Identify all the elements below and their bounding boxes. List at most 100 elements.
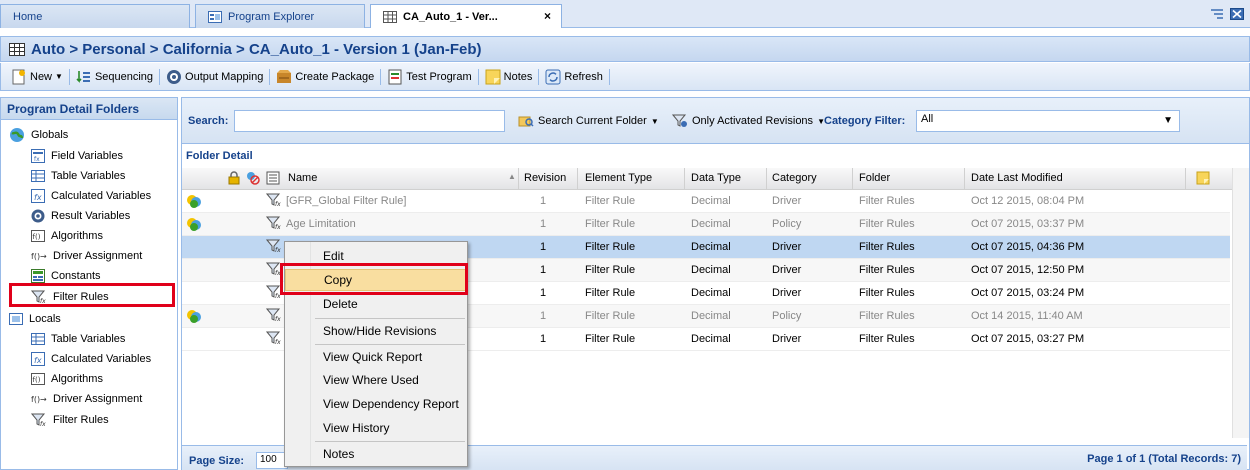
category-filter-select[interactable]: All ▼ [916, 110, 1180, 132]
refresh-button[interactable]: Refresh [541, 66, 607, 88]
row-data-type: Decimal [691, 287, 731, 299]
menu-item-view-quick-report[interactable]: View Quick Report [285, 346, 467, 368]
column-header-data-type[interactable]: Data Type [691, 172, 741, 184]
table-icon [31, 170, 45, 182]
tab-ca-auto[interactable]: CA_Auto_1 - Ver... × [370, 4, 562, 28]
sidebar-item-field-variables[interactable]: fx Field Variables [31, 146, 123, 166]
row-revision: 1 [540, 241, 547, 253]
tab-ca-auto-label: CA_Auto_1 - Ver... [403, 10, 498, 23]
table-row[interactable]: fx Age Limitation 1 Filter Rule Decimal Polic… [182, 213, 1230, 236]
column-separator [964, 168, 965, 190]
sidebar-item-label: Calculated Variables [51, 353, 152, 365]
table-icon [9, 42, 25, 56]
row-category: Driver [772, 287, 802, 299]
algorithms-icon: f() [31, 372, 45, 386]
search-folder-icon [518, 114, 534, 128]
tab-home[interactable]: Home [0, 4, 190, 28]
page-size-value: 100 [260, 454, 277, 465]
sidebar-item-local-algorithms[interactable]: f() Algorithms [31, 369, 103, 389]
category-filter-value: All [921, 113, 934, 125]
only-activated-revisions-label: Only Activated Revisions [692, 115, 814, 127]
list-view-icon[interactable] [1210, 8, 1224, 20]
row-folder: Filter Rules [859, 218, 915, 230]
filter-rule-icon: fx [266, 331, 282, 345]
tree-locals[interactable]: Locals [9, 309, 61, 329]
menu-item-notes[interactable]: Notes [285, 443, 467, 465]
menu-item-view-dependency-report[interactable]: View Dependency Report [285, 393, 467, 415]
row-name[interactable]: [GFR_Global Filter Rule] [286, 195, 406, 207]
notes-button[interactable]: Notes [481, 66, 537, 88]
menu-separator [315, 441, 465, 442]
filter-rule-icon: fx [266, 308, 282, 322]
column-header-element-type[interactable]: Element Type [585, 172, 652, 184]
sidebar-item-local-driver-assignment[interactable]: f()→ Driver Assignment [31, 389, 142, 409]
lock-icon[interactable] [228, 171, 240, 185]
column-header-name[interactable]: Name [288, 172, 317, 184]
grid-scrollbar[interactable] [1232, 168, 1249, 438]
row-data-type: Decimal [691, 195, 731, 207]
row-revision: 1 [540, 310, 547, 322]
close-all-icon[interactable] [1230, 8, 1244, 20]
sequencing-button[interactable]: Sequencing [72, 66, 157, 88]
search-current-folder-button[interactable]: Search Current Folder ▼ [518, 110, 659, 132]
only-activated-revisions-button[interactable]: Only Activated Revisions ▼ [672, 110, 825, 132]
row-category: Driver [772, 264, 802, 276]
column-header-folder[interactable]: Folder [859, 172, 890, 184]
menu-item-delete[interactable]: Delete [285, 293, 467, 315]
algorithms-icon: f() [31, 229, 45, 243]
table-icon [383, 10, 397, 23]
notes-icon[interactable] [1196, 171, 1210, 185]
tab-bar: Home Program Explorer CA_Auto_1 - Ver...… [0, 0, 1250, 28]
menu-item-view-where-used[interactable]: View Where Used [285, 369, 467, 391]
sidebar-item-algorithms[interactable]: f() Algorithms [31, 226, 103, 246]
sidebar-item-local-calculated-variables[interactable]: fx Calculated Variables [31, 349, 151, 369]
svg-text:fx: fx [275, 201, 281, 207]
table-row[interactable]: fx [GFR_Global Filter Rule] 1 Filter Rule De… [182, 190, 1230, 213]
sort-ascending-icon[interactable]: ▲ [508, 172, 516, 181]
svg-text:fx: fx [275, 224, 281, 230]
row-element-type: Filter Rule [585, 241, 636, 253]
tab-program-explorer[interactable]: Program Explorer [195, 4, 365, 28]
test-program-button[interactable]: Test Program [383, 66, 475, 88]
sidebar-item-label: Driver Assignment [53, 393, 143, 405]
row-element-type: Filter Rule [585, 287, 636, 299]
sidebar-item-driver-assignment[interactable]: f()→ Driver Assignment [31, 246, 142, 266]
sidebar-item-local-table-variables[interactable]: Table Variables [31, 329, 125, 349]
search-bar: Search: Search Current Folder ▼ Only Act… [182, 98, 1249, 144]
menu-item-label: Delete [323, 297, 358, 311]
row-date-last-modified: Oct 07 2015, 03:24 PM [971, 287, 1085, 299]
revision-status-icon[interactable] [246, 171, 260, 185]
calculated-variables-icon: fx [31, 189, 45, 203]
toolbar-separator [538, 68, 540, 85]
panel-header: Program Detail Folders [1, 98, 177, 120]
menu-item-show-hide-revisions[interactable]: Show/Hide Revisions [285, 320, 467, 342]
search-label: Search: [188, 115, 229, 127]
column-header-revision[interactable]: Revision [524, 172, 566, 184]
row-date-last-modified: Oct 12 2015, 08:04 PM [971, 195, 1085, 207]
svg-text:fx: fx [275, 247, 281, 253]
sequencing-label: Sequencing [94, 70, 154, 83]
sidebar-item-result-variables[interactable]: Result Variables [31, 206, 130, 226]
new-button[interactable]: New ▼ [7, 66, 67, 88]
close-icon[interactable]: × [544, 9, 551, 23]
menu-item-label: Show/Hide Revisions [323, 324, 437, 338]
page-size-label: Page Size: [189, 455, 245, 467]
svg-text:fx: fx [275, 316, 281, 322]
sidebar-item-table-variables[interactable]: Table Variables [31, 166, 125, 186]
column-header-category[interactable]: Category [772, 172, 817, 184]
row-name[interactable]: Age Limitation [286, 218, 356, 230]
output-mapping-button[interactable]: Output Mapping [162, 66, 267, 88]
create-package-button[interactable]: Create Package [272, 66, 378, 88]
tree-globals[interactable]: Globals [9, 125, 68, 145]
column-header-date-last-modified[interactable]: Date Last Modified [971, 172, 1063, 184]
sidebar-item-local-filter-rules[interactable]: fx Filter Rules [31, 410, 109, 430]
row-revision: 1 [540, 195, 547, 207]
search-input[interactable] [234, 110, 505, 132]
row-date-last-modified: Oct 07 2015, 03:27 PM [971, 333, 1085, 345]
svg-text:f()→: f()→ [31, 252, 47, 261]
menu-item-view-history[interactable]: View History [285, 417, 467, 439]
svg-text:fx: fx [34, 156, 40, 163]
row-revision: 1 [540, 333, 547, 345]
sidebar-item-calculated-variables[interactable]: fx Calculated Variables [31, 186, 151, 206]
row-category: Policy [772, 218, 802, 230]
